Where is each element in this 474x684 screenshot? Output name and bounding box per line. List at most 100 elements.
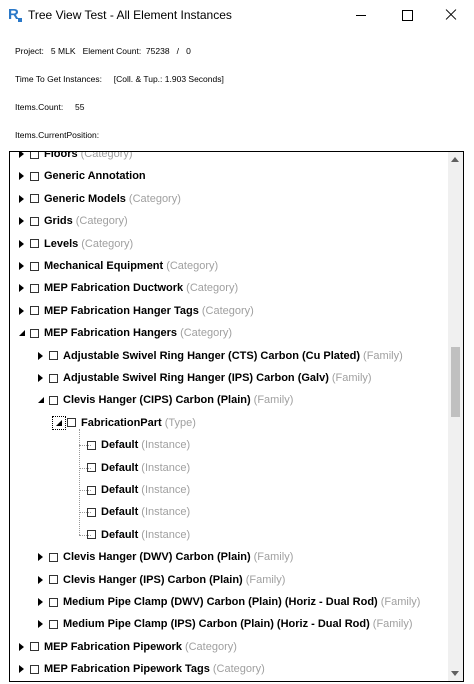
- scroll-down-icon[interactable]: [451, 671, 459, 676]
- items-count-label: Items.Count:: [15, 102, 64, 112]
- tree-item-checkbox[interactable]: [30, 152, 39, 159]
- tree-item[interactable]: MEP Fabrication Hanger Tags (Category): [17, 300, 254, 322]
- scroll-up-icon[interactable]: [451, 157, 459, 162]
- tree-item-label: Clevis Hanger (IPS) Carbon (Plain): [63, 573, 243, 586]
- tree-item-label: Grids: [44, 215, 73, 228]
- collapsed-triangle-icon: [38, 620, 43, 629]
- expand-arrow-icon[interactable]: [17, 152, 26, 159]
- expand-arrow-icon[interactable]: [36, 351, 45, 360]
- tree-item[interactable]: MEP Fabrication Ductwork (Category): [17, 277, 238, 299]
- collapsed-triangle-icon: [38, 598, 43, 606]
- tree-item[interactable]: Generic Models (Category): [17, 188, 181, 210]
- title-bar: R Tree View Test - All Element Instances: [0, 0, 474, 30]
- tree-item-checkbox[interactable]: [30, 216, 39, 226]
- tree-item-checkbox[interactable]: [49, 619, 58, 629]
- tree-item-checkbox[interactable]: [30, 664, 39, 674]
- expand-arrow-icon[interactable]: [17, 172, 26, 181]
- tree-item-label: MEP Fabrication Hanger Tags: [44, 304, 199, 317]
- tree-item-checkbox[interactable]: [30, 194, 39, 204]
- expand-arrow-icon[interactable]: [17, 306, 26, 315]
- tree-item[interactable]: Levels (Category): [17, 233, 133, 255]
- tree-item-label: Clevis Hanger (DWV) Carbon (Plain): [63, 551, 251, 564]
- vertical-scrollbar[interactable]: [448, 152, 463, 681]
- expand-arrow-icon[interactable]: [17, 284, 26, 293]
- tree-item[interactable]: FabricationPart (Type): [52, 412, 196, 434]
- tree-item-kind: (Category): [212, 663, 265, 676]
- tree-item-label: MEP Fabrication Hangers: [44, 327, 178, 340]
- tree-item-kind: (Family): [380, 596, 421, 608]
- tree-item-label: Default: [101, 528, 139, 541]
- window-title: Tree View Test - All Element Instances: [28, 8, 232, 22]
- tree-item-checkbox[interactable]: [30, 261, 39, 271]
- expand-arrow-icon[interactable]: [36, 553, 45, 562]
- tree-item-checkbox[interactable]: [30, 171, 39, 181]
- collapsed-triangle-icon: [38, 553, 43, 562]
- tree-item-label: Mechanical Equipment: [44, 260, 164, 272]
- collapsed-triangle-icon: [19, 306, 24, 315]
- collapse-arrow-icon[interactable]: [17, 329, 26, 338]
- tree-item[interactable]: Floors (Category): [17, 152, 133, 165]
- collapse-arrow-icon[interactable]: [36, 396, 45, 405]
- tree-item-label: Default: [101, 506, 139, 519]
- scrollbar-thumb[interactable]: [451, 347, 460, 418]
- close-button[interactable]: [428, 0, 474, 30]
- tree-item-label: Generic Annotation: [44, 170, 146, 183]
- expand-arrow-icon[interactable]: [17, 642, 26, 651]
- expand-arrow-icon[interactable]: [17, 262, 26, 271]
- tree-item-checkbox[interactable]: [30, 283, 39, 293]
- tree-item[interactable]: Adjustable Swivel Ring Hanger (CTS) Carb…: [36, 345, 403, 367]
- tree-item[interactable]: Medium Pipe Clamp (IPS) Carbon (Plain) (…: [36, 613, 413, 635]
- tree-item-checkbox[interactable]: [30, 239, 39, 249]
- expand-arrow-icon[interactable]: [17, 665, 26, 674]
- expand-arrow-icon[interactable]: [36, 374, 45, 383]
- tree-item[interactable]: Grids (Category): [17, 210, 128, 232]
- tree-item[interactable]: Clevis Hanger (CIPS) Carbon (Plain) (Fami…: [36, 389, 293, 411]
- tree-item-checkbox[interactable]: [30, 642, 39, 652]
- tree-item-checkbox[interactable]: [30, 306, 39, 316]
- tree-item-label: FabricationPart: [81, 416, 162, 429]
- tree-item[interactable]: Medium Pipe Clamp (DWV) Carbon (Plain) (…: [36, 591, 420, 613]
- tree-item[interactable]: Default (Instance): [74, 457, 190, 479]
- tree-item-checkbox[interactable]: [49, 575, 58, 585]
- tree-item[interactable]: Clevis Hanger (IPS) Carbon (Plain) (Famil…: [36, 569, 285, 591]
- expand-arrow-icon[interactable]: [36, 620, 45, 629]
- collapse-arrow-icon[interactable]: [52, 415, 66, 430]
- expand-arrow-icon[interactable]: [17, 217, 26, 226]
- close-icon: [445, 9, 457, 21]
- tree-item-checkbox[interactable]: [49, 395, 58, 405]
- collapsed-triangle-icon: [19, 665, 24, 674]
- expand-arrow-icon[interactable]: [17, 194, 26, 203]
- tree-item-kind: (Category): [81, 237, 134, 250]
- tree-item-checkbox[interactable]: [49, 351, 58, 361]
- tree-item[interactable]: MEP Fabrication Pipework Tags (Category): [17, 658, 265, 680]
- tree-item-checkbox[interactable]: [67, 418, 76, 428]
- tree-item-label: Clevis Hanger (CIPS) Carbon (Plain): [63, 394, 251, 407]
- tree-item[interactable]: Mechanical Equipment (Category): [17, 255, 218, 277]
- tree-item[interactable]: Default (Instance): [74, 434, 190, 456]
- tree-item-checkbox[interactable]: [49, 552, 58, 562]
- tree-item-kind: (Family): [363, 349, 403, 362]
- tree-item[interactable]: MEP Fabrication Hangers (Category): [17, 322, 232, 344]
- tree-guide-branch: [79, 467, 91, 469]
- expand-arrow-icon[interactable]: [36, 598, 45, 607]
- expand-arrow-icon[interactable]: [36, 575, 45, 584]
- minimize-button[interactable]: [338, 0, 384, 30]
- tree-item-checkbox[interactable]: [30, 328, 39, 338]
- tree-item[interactable]: Default (Instance): [74, 501, 190, 523]
- tree-item[interactable]: Default (Instance): [74, 524, 190, 546]
- tree-item[interactable]: Generic Annotation: [17, 165, 146, 187]
- tree-item-label: Default: [101, 439, 139, 452]
- time-line: Time To Get Instances: [Coll. & Tup.: 1.…: [15, 74, 224, 84]
- tree-item-checkbox[interactable]: [49, 597, 58, 607]
- tree-item[interactable]: Default (Instance): [74, 479, 190, 501]
- tree-item[interactable]: MEP Fabrication Pipework (Category): [17, 636, 237, 658]
- tree-item-kind: (Instance): [141, 461, 191, 474]
- tree-item-label: Default: [101, 484, 139, 496]
- expand-arrow-icon[interactable]: [17, 239, 26, 248]
- maximize-button[interactable]: [384, 0, 430, 30]
- tree-item[interactable]: Adjustable Swivel Ring Hanger (IPS) Carb…: [36, 367, 372, 389]
- tree-view[interactable]: Floors (Category) Generic Annotation Generi…: [9, 151, 464, 682]
- tree-item-checkbox[interactable]: [49, 373, 58, 383]
- tree-item[interactable]: Clevis Hanger (DWV) Carbon (Plain) (Famil…: [36, 546, 293, 568]
- tree-item-kind: (Category): [166, 260, 219, 272]
